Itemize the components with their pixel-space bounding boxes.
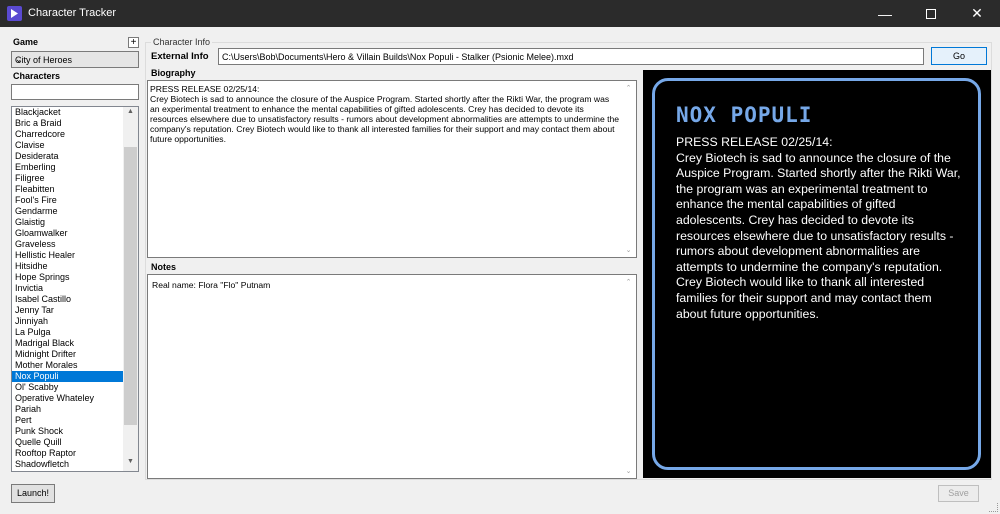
character-list-item[interactable]: Rooftop Raptor xyxy=(12,448,124,459)
preview-biography: PRESS RELEASE 02/25/14: Crey Biotech is … xyxy=(676,135,961,322)
notes-scrollbar[interactable]: ⌃ ⌄ xyxy=(621,275,636,478)
preview-line-2: Crey Biotech is sad to announce the clos… xyxy=(676,150,961,321)
chevron-up-icon[interactable]: ⌃ xyxy=(621,278,636,286)
character-list-item[interactable]: Mother Morales xyxy=(12,360,124,371)
character-list-item[interactable]: Invictia xyxy=(12,283,124,294)
preview-line-1: PRESS RELEASE 02/25/14: xyxy=(676,135,833,149)
character-list-item[interactable]: Blackjacket xyxy=(12,107,124,118)
character-list-item[interactable]: Bric a Braid xyxy=(12,118,124,129)
notes-label: Notes xyxy=(151,262,177,272)
character-list-item[interactable]: Fool's Fire xyxy=(12,195,124,206)
character-list-item[interactable]: Jinniyah xyxy=(12,316,124,327)
biography-label: Biography xyxy=(151,68,196,78)
character-list-item[interactable]: Charredcore xyxy=(12,129,124,140)
character-list-item[interactable]: Punk Shock xyxy=(12,426,124,437)
external-info-field[interactable]: C:\Users\Bob\Documents\Hero & Villain Bu… xyxy=(218,48,924,65)
minimize-button[interactable]: — xyxy=(862,0,908,27)
characters-label: Characters xyxy=(13,71,61,81)
maximize-icon xyxy=(926,8,936,19)
scroll-down-icon[interactable]: ▼ xyxy=(123,458,138,470)
character-list-item[interactable]: Glaistig xyxy=(12,217,124,228)
character-list-item[interactable]: Midnight Drifter xyxy=(12,349,124,360)
scroll-up-icon[interactable]: ▲ xyxy=(123,108,138,120)
character-list-item[interactable]: Gloamwalker xyxy=(12,228,124,239)
character-list-item[interactable]: Fleabitten xyxy=(12,184,124,195)
character-list-item[interactable]: Shadowfletch xyxy=(12,459,124,470)
external-info-label: External Info xyxy=(151,51,209,62)
external-info-value: C:\Users\Bob\Documents\Hero & Villain Bu… xyxy=(222,52,574,62)
chevron-down-icon[interactable]: ⌄ xyxy=(621,467,636,475)
character-list-item[interactable]: Hope Springs xyxy=(12,272,124,283)
character-list-item[interactable]: Operative Whateley xyxy=(12,393,124,404)
biography-line-1: PRESS RELEASE 02/25/14: xyxy=(150,84,260,94)
character-list-item[interactable]: Hellistic Healer xyxy=(12,250,124,261)
go-button[interactable]: Go xyxy=(931,47,987,65)
biography-line-2: Crey Biotech is sad to announce the clos… xyxy=(150,94,620,144)
character-info-title: Character Info xyxy=(151,37,213,47)
scroll-thumb[interactable] xyxy=(124,147,137,425)
character-list-item[interactable]: Jenny Tar xyxy=(12,305,124,316)
preview-character-name: NOX POPULI xyxy=(676,103,813,127)
launch-button[interactable]: Launch! xyxy=(11,484,55,503)
add-game-button[interactable]: + xyxy=(128,37,139,48)
resize-grip-icon[interactable] xyxy=(989,503,998,512)
window-title: Character Tracker xyxy=(28,7,117,19)
character-list-item[interactable]: Nox Populi xyxy=(12,371,124,382)
chevron-down-icon: ⌄ xyxy=(15,54,23,64)
character-list[interactable]: Blackjacket Bric a Braid Charredcore Clavis… xyxy=(11,106,139,472)
title-bar: Character Tracker — ✕ xyxy=(0,0,1000,27)
character-list-item[interactable]: Pert xyxy=(12,415,124,426)
save-button[interactable]: Save xyxy=(938,485,979,502)
character-list-item[interactable]: Desiderata xyxy=(12,151,124,162)
app-icon xyxy=(7,6,22,21)
character-list-item[interactable]: Ol' Scabby xyxy=(12,382,124,393)
chevron-up-icon[interactable]: ⌃ xyxy=(621,84,636,92)
character-list-item[interactable]: Pariah xyxy=(12,404,124,415)
character-list-item[interactable]: Quelle Quill xyxy=(12,437,124,448)
character-list-item[interactable]: Filigree xyxy=(12,173,124,184)
character-list-item[interactable]: Emberling xyxy=(12,162,124,173)
character-list-item[interactable]: La Pulga xyxy=(12,327,124,338)
game-select[interactable]: City of Heroes ⌄ xyxy=(11,51,139,68)
character-list-item[interactable]: Isabel Castillo xyxy=(12,294,124,305)
chevron-down-icon[interactable]: ⌄ xyxy=(621,246,636,254)
notes-textarea[interactable]: Real name: Flora "Flo" Putnam ⌃ ⌄ xyxy=(147,274,637,479)
character-preview-panel: NOX POPULI PRESS RELEASE 02/25/14: Crey … xyxy=(643,70,991,478)
character-list-item[interactable]: Hitsidhe xyxy=(12,261,124,272)
character-list-item[interactable]: Madrigal Black xyxy=(12,338,124,349)
character-list-item[interactable]: Clavise xyxy=(12,140,124,151)
biography-text: PRESS RELEASE 02/25/14: Crey Biotech is … xyxy=(150,84,620,144)
biography-textarea[interactable]: PRESS RELEASE 02/25/14: Crey Biotech is … xyxy=(147,80,637,258)
character-list-item[interactable]: Gendarme xyxy=(12,206,124,217)
character-list-scrollbar[interactable]: ▲ ▼ xyxy=(123,107,138,471)
game-label: Game xyxy=(13,37,39,47)
character-search-input[interactable] xyxy=(11,84,139,100)
close-button[interactable]: ✕ xyxy=(954,0,1000,27)
biography-scrollbar[interactable]: ⌃ ⌄ xyxy=(621,81,636,257)
notes-text: Real name: Flora "Flo" Putnam xyxy=(152,280,271,290)
maximize-button[interactable] xyxy=(908,0,954,27)
character-list-item[interactable]: Graveless xyxy=(12,239,124,250)
